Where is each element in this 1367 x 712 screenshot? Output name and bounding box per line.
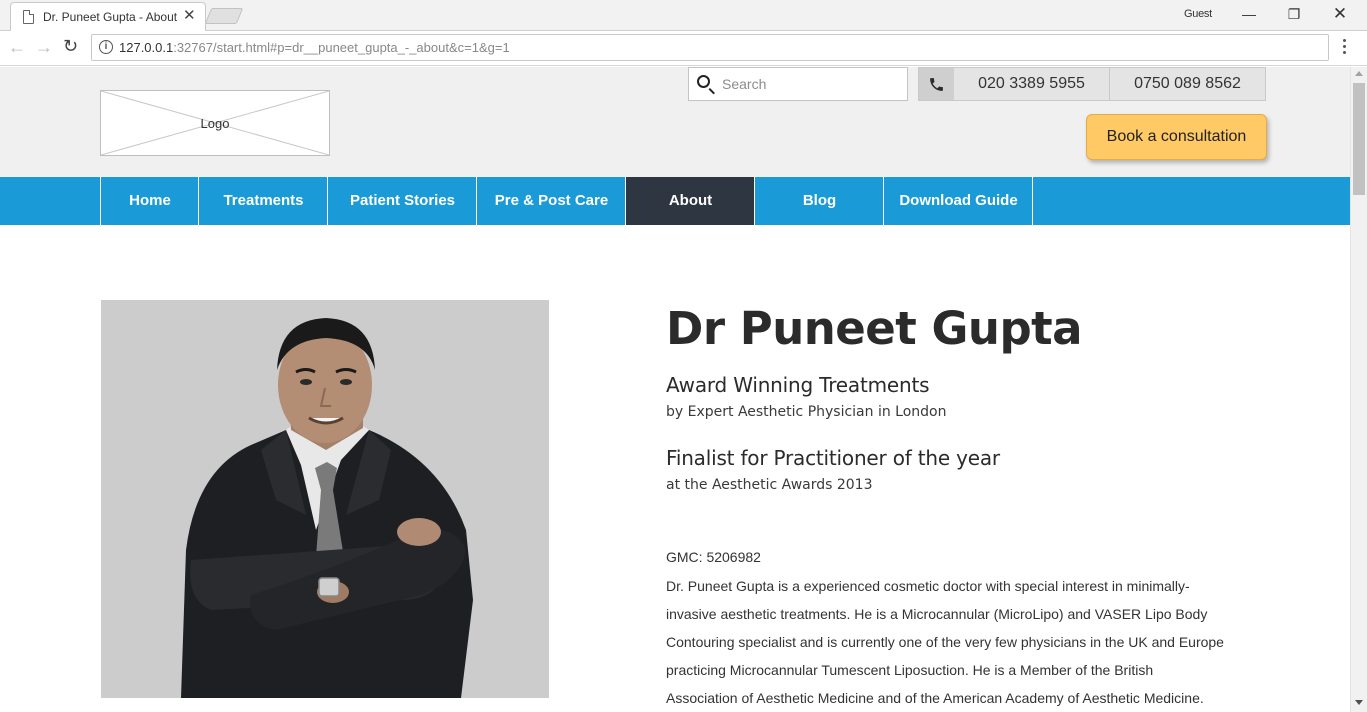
scroll-down-icon[interactable]: [1355, 700, 1363, 705]
forward-arrow-icon[interactable]: →: [35, 37, 53, 57]
page-viewport: Logo 020 3389 5955 0750 089 8562 Book a …: [0, 67, 1350, 712]
tab-close-icon[interactable]: ✕: [183, 8, 196, 24]
search-icon[interactable]: [697, 75, 710, 88]
address-bar[interactable]: i 127.0.0.1:32767/start.html#p=dr__punee…: [91, 34, 1329, 61]
search-input[interactable]: [722, 76, 897, 92]
tab-title: Dr. Puneet Gupta - About: [43, 10, 178, 24]
browser-toolbar: ← → ↻ i 127.0.0.1:32767/start.html#p=dr_…: [0, 31, 1367, 66]
browser-tabstrip: Dr. Puneet Gupta - About ✕ Guest — ❐ ✕: [0, 0, 1367, 31]
logo-label: Logo: [200, 116, 230, 131]
url-host: 127.0.0.1: [119, 40, 174, 55]
bio-paragraph: Dr. Puneet Gupta is a experienced cosmet…: [666, 578, 1224, 706]
url-path: :32767/start.html#p=dr__puneet_gupta_-_a…: [173, 40, 510, 55]
main-nav: Home Treatments Patient Stories Pre & Po…: [0, 177, 1350, 225]
headline-award: Award Winning Treatments: [666, 373, 930, 397]
restore-icon[interactable]: ❐: [1279, 4, 1309, 24]
scroll-thumb[interactable]: [1353, 83, 1365, 195]
profile-label[interactable]: Guest: [1184, 8, 1212, 20]
nav-item-blog[interactable]: Blog: [754, 177, 884, 225]
browser-tab[interactable]: Dr. Puneet Gupta - About ✕: [10, 2, 206, 31]
nav-item-treatments[interactable]: Treatments: [198, 177, 328, 225]
subline-finalist: at the Aesthetic Awards 2013: [666, 477, 873, 493]
reload-icon[interactable]: ↻: [63, 36, 78, 56]
page-scrollbar[interactable]: [1350, 67, 1367, 712]
url-text[interactable]: 127.0.0.1:32767/start.html#p=dr__puneet_…: [119, 40, 510, 55]
nav-divider: [1032, 177, 1033, 225]
nav-item-download-guide[interactable]: Download Guide: [883, 177, 1033, 225]
phone-number-2[interactable]: 0750 089 8562: [1110, 68, 1265, 100]
phone-bar: 020 3389 5955 0750 089 8562: [918, 67, 1266, 101]
info-icon[interactable]: i: [99, 40, 113, 54]
browser-menu-icon[interactable]: [1343, 39, 1347, 57]
site-header: Logo 020 3389 5955 0750 089 8562 Book a …: [0, 67, 1350, 177]
phone-icon: [919, 68, 954, 100]
nav-item-pre-post-care[interactable]: Pre & Post Care: [476, 177, 626, 225]
page-title: Dr Puneet Gupta: [666, 302, 1083, 355]
document-icon: [23, 10, 34, 24]
nav-item-patient-stories[interactable]: Patient Stories: [327, 177, 477, 225]
headline-finalist: Finalist for Practitioner of the year: [666, 446, 1000, 470]
logo[interactable]: Logo: [100, 90, 330, 156]
window-close-icon[interactable]: ✕: [1325, 4, 1355, 24]
book-consultation-button[interactable]: Book a consultation: [1086, 114, 1267, 160]
scroll-up-icon[interactable]: [1355, 71, 1363, 76]
nav-item-about[interactable]: About: [625, 177, 755, 225]
subline-award: by Expert Aesthetic Physician in London: [666, 404, 947, 420]
minimize-icon[interactable]: —: [1234, 4, 1264, 24]
back-arrow-icon[interactable]: ←: [8, 37, 26, 57]
phone-number-1[interactable]: 020 3389 5955: [954, 68, 1110, 100]
search-box[interactable]: [688, 67, 908, 101]
nav-item-home[interactable]: Home: [100, 177, 199, 225]
doctor-portrait: [101, 300, 549, 698]
new-tab-button[interactable]: [204, 8, 244, 24]
gmc-number: GMC: 5206982: [666, 549, 761, 565]
